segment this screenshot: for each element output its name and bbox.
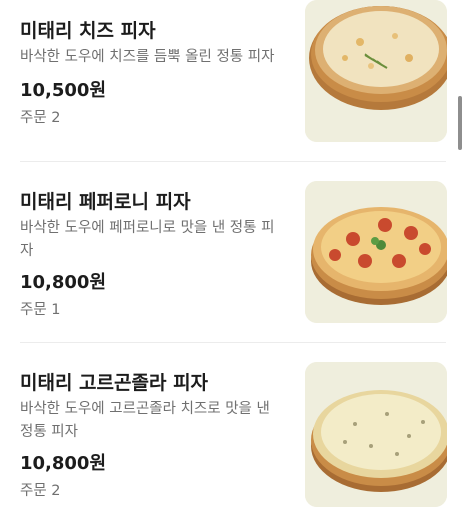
description-line: 바삭한 도우에 고르곤졸라 치즈로 맛을 낸: [20, 401, 270, 417]
menu-item-description: 바삭한 도우에 페퍼로니로 맛을 낸 정통 피 자: [20, 217, 288, 263]
menu-item-name: 미태리 페퍼로니 피자: [20, 191, 191, 213]
menu-item-pepperoni-pizza[interactable]: 미태리 페퍼로니 피자 바삭한 도우에 페퍼로니로 맛을 낸 정통 피 자 10…: [0, 162, 466, 343]
cheese-pizza-image: [305, 0, 447, 142]
description-line: 자: [20, 243, 34, 259]
menu-item-gorgonzola-pizza[interactable]: 미태리 고르곤졸라 피자 바삭한 도우에 고르곤졸라 치즈로 맛을 낸 정통 피…: [0, 343, 466, 507]
description-line: 바삭한 도우에 치즈를 듬뿍 올린 정통 피자: [20, 49, 275, 65]
menu-item-order-count: 주문 2: [20, 110, 61, 126]
menu-item-cheese-pizza[interactable]: 미태리 치즈 피자 바삭한 도우에 치즈를 듬뿍 올린 정통 피자 10,500…: [0, 0, 466, 162]
gorgonzola-pizza-image: [305, 362, 447, 507]
menu-item-order-count: 주문 1: [20, 302, 61, 318]
menu-item-name: 미태리 고르곤졸라 피자: [20, 372, 209, 394]
menu-item-description: 바삭한 도우에 치즈를 듬뿍 올린 정통 피자: [20, 46, 288, 69]
description-line: 정통 피자: [20, 424, 78, 440]
menu-item-order-count: 주문 2: [20, 483, 61, 499]
menu-item-price: 10,800원: [20, 272, 107, 293]
menu-item-name: 미태리 치즈 피자: [20, 20, 156, 42]
pepperoni-pizza-image: [305, 181, 447, 323]
menu-item-description: 바삭한 도우에 고르곤졸라 치즈로 맛을 낸 정통 피자: [20, 398, 288, 444]
menu-item-price: 10,500원: [20, 80, 107, 101]
description-line: 바삭한 도우에 페퍼로니로 맛을 낸 정통 피: [20, 220, 275, 236]
menu-item-price: 10,800원: [20, 453, 107, 474]
scrollbar[interactable]: [458, 96, 462, 150]
